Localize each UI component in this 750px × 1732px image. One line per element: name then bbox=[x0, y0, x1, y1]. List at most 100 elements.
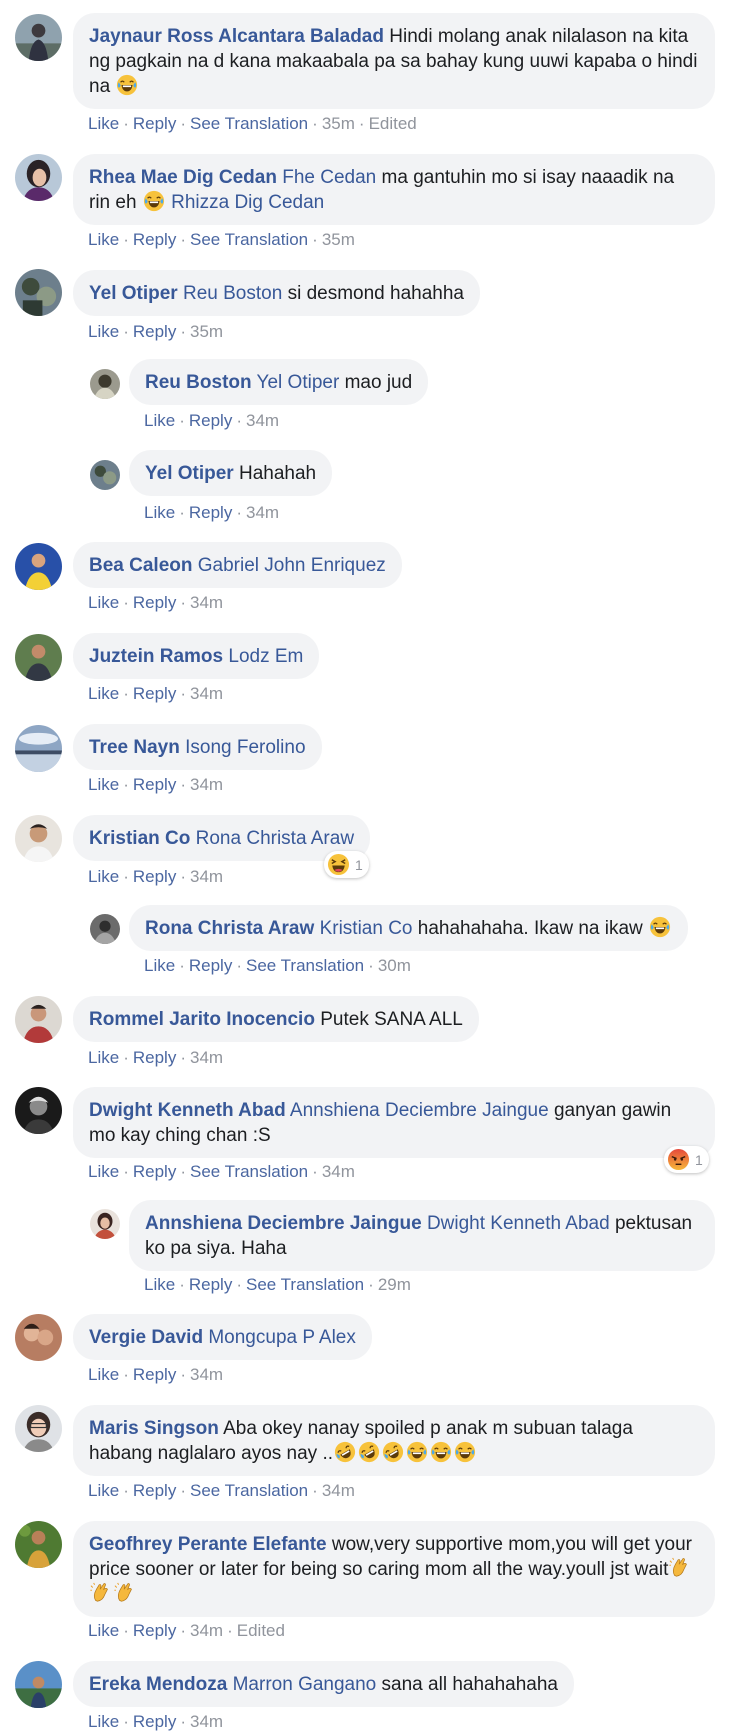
comment-time[interactable]: 34m bbox=[246, 411, 279, 430]
reaction-count[interactable]: 1 bbox=[664, 1146, 709, 1173]
reaction-count[interactable]: 1 bbox=[324, 851, 369, 878]
mention-link[interactable]: Isong Ferolino bbox=[185, 737, 305, 758]
comment-time[interactable]: 34m bbox=[322, 1162, 355, 1181]
avatar[interactable] bbox=[90, 1209, 120, 1239]
comment-author[interactable]: Yel Otiper bbox=[89, 283, 178, 304]
mention-link[interactable]: Gabriel John Enriquez bbox=[198, 555, 386, 576]
reply-link[interactable]: Reply bbox=[189, 1275, 232, 1294]
reply-link[interactable]: Reply bbox=[189, 411, 232, 430]
reply-link[interactable]: Reply bbox=[133, 1712, 176, 1731]
avatar[interactable] bbox=[15, 725, 62, 772]
comment-time[interactable]: 29m bbox=[378, 1275, 411, 1294]
mention-link[interactable]: Lodz Em bbox=[228, 646, 303, 667]
avatar[interactable] bbox=[15, 1661, 62, 1708]
like-link[interactable]: Like bbox=[88, 1712, 119, 1731]
see-translation-link[interactable]: See Translation bbox=[190, 230, 308, 249]
see-translation-link[interactable]: See Translation bbox=[246, 956, 364, 975]
like-link[interactable]: Like bbox=[144, 1275, 175, 1294]
like-link[interactable]: Like bbox=[88, 322, 119, 341]
like-link[interactable]: Like bbox=[88, 1048, 119, 1067]
reply-link[interactable]: Reply bbox=[133, 1365, 176, 1384]
comment-author[interactable]: Jaynaur Ross Alcantara Baladad bbox=[89, 26, 384, 47]
comment-time[interactable]: 34m bbox=[190, 867, 223, 886]
like-link[interactable]: Like bbox=[88, 867, 119, 886]
like-link[interactable]: Like bbox=[88, 1621, 119, 1640]
comment-author[interactable]: Rona Christa Araw bbox=[145, 918, 314, 939]
like-link[interactable]: Like bbox=[144, 411, 175, 430]
comment-author[interactable]: Rhea Mae Dig Cedan bbox=[89, 167, 277, 188]
like-link[interactable]: Like bbox=[88, 230, 119, 249]
reply-link[interactable]: Reply bbox=[189, 956, 232, 975]
avatar[interactable] bbox=[15, 1521, 62, 1568]
mention-link[interactable]: Marron Gangano bbox=[233, 1674, 377, 1695]
avatar[interactable] bbox=[15, 634, 62, 681]
see-translation-link[interactable]: See Translation bbox=[190, 114, 308, 133]
reply-link[interactable]: Reply bbox=[133, 775, 176, 794]
comment-time[interactable]: 30m bbox=[378, 956, 411, 975]
comment-time[interactable]: 34m bbox=[190, 1712, 223, 1731]
reply-link[interactable]: Reply bbox=[133, 593, 176, 612]
reply-link[interactable]: Reply bbox=[133, 684, 176, 703]
comment-time[interactable]: 34m bbox=[190, 684, 223, 703]
avatar[interactable] bbox=[15, 154, 62, 201]
avatar[interactable] bbox=[90, 914, 120, 944]
like-link[interactable]: Like bbox=[88, 593, 119, 612]
comment-author[interactable]: Juztein Ramos bbox=[89, 646, 223, 667]
see-translation-link[interactable]: See Translation bbox=[246, 1275, 364, 1294]
mention-link[interactable]: Fhe Cedan bbox=[282, 167, 376, 188]
reply-link[interactable]: Reply bbox=[133, 230, 176, 249]
like-link[interactable]: Like bbox=[88, 114, 119, 133]
reply-link[interactable]: Reply bbox=[133, 322, 176, 341]
mention-link[interactable]: Rona Christa Araw bbox=[196, 828, 354, 849]
reply-link[interactable]: Reply bbox=[133, 1048, 176, 1067]
avatar[interactable] bbox=[90, 369, 120, 399]
comment-author[interactable]: Kristian Co bbox=[89, 828, 190, 849]
comment-time[interactable]: 34m bbox=[190, 775, 223, 794]
comment-author[interactable]: Bea Caleon bbox=[89, 555, 192, 576]
avatar[interactable] bbox=[15, 996, 62, 1043]
avatar[interactable] bbox=[15, 269, 62, 316]
mention-link[interactable]: Annshiena Deciembre Jaingue bbox=[290, 1100, 549, 1121]
comment-author[interactable]: Annshiena Deciembre Jaingue bbox=[145, 1213, 422, 1234]
reply-link[interactable]: Reply bbox=[133, 1621, 176, 1640]
comment-time[interactable]: 34m bbox=[190, 1365, 223, 1384]
avatar[interactable] bbox=[15, 1087, 62, 1134]
mention-link[interactable]: Dwight Kenneth Abad bbox=[427, 1213, 610, 1234]
like-link[interactable]: Like bbox=[88, 1365, 119, 1384]
see-translation-link[interactable]: See Translation bbox=[190, 1162, 308, 1181]
mention-link[interactable]: Kristian Co bbox=[320, 918, 413, 939]
reply-link[interactable]: Reply bbox=[133, 867, 176, 886]
comment-time[interactable]: 35m bbox=[322, 114, 355, 133]
mention-link[interactable]: Mongcupa P Alex bbox=[208, 1327, 356, 1348]
comment-author[interactable]: Dwight Kenneth Abad bbox=[89, 1100, 286, 1121]
mention-link[interactable]: Rhizza Dig Cedan bbox=[171, 192, 324, 213]
reply-link[interactable]: Reply bbox=[133, 114, 176, 133]
mention-link[interactable]: Yel Otiper bbox=[257, 372, 340, 393]
reply-link[interactable]: Reply bbox=[189, 503, 232, 522]
like-link[interactable]: Like bbox=[144, 956, 175, 975]
avatar[interactable] bbox=[90, 460, 120, 490]
comment-time[interactable]: 34m bbox=[322, 1481, 355, 1500]
comment-author[interactable]: Maris Singson bbox=[89, 1418, 219, 1439]
like-link[interactable]: Like bbox=[88, 684, 119, 703]
avatar[interactable] bbox=[15, 14, 62, 61]
comment-author[interactable]: Geofhrey Perante Elefante bbox=[89, 1534, 327, 1555]
comment-time[interactable]: 34m bbox=[190, 1621, 223, 1640]
mention-link[interactable]: Reu Boston bbox=[183, 283, 282, 304]
like-link[interactable]: Like bbox=[88, 775, 119, 794]
reply-link[interactable]: Reply bbox=[133, 1162, 176, 1181]
comment-time[interactable]: 34m bbox=[190, 1048, 223, 1067]
avatar[interactable] bbox=[15, 543, 62, 590]
comment-author[interactable]: Ereka Mendoza bbox=[89, 1674, 227, 1695]
comment-author[interactable]: Tree Nayn bbox=[89, 737, 180, 758]
comment-author[interactable]: Reu Boston bbox=[145, 372, 252, 393]
avatar[interactable] bbox=[15, 1314, 62, 1361]
comment-time[interactable]: 34m bbox=[190, 593, 223, 612]
comment-time[interactable]: 35m bbox=[190, 322, 223, 341]
comment-author[interactable]: Rommel Jarito Inocencio bbox=[89, 1009, 315, 1030]
like-link[interactable]: Like bbox=[88, 1481, 119, 1500]
like-link[interactable]: Like bbox=[144, 503, 175, 522]
comment-time[interactable]: 35m bbox=[322, 230, 355, 249]
see-translation-link[interactable]: See Translation bbox=[190, 1481, 308, 1500]
avatar[interactable] bbox=[15, 815, 62, 862]
